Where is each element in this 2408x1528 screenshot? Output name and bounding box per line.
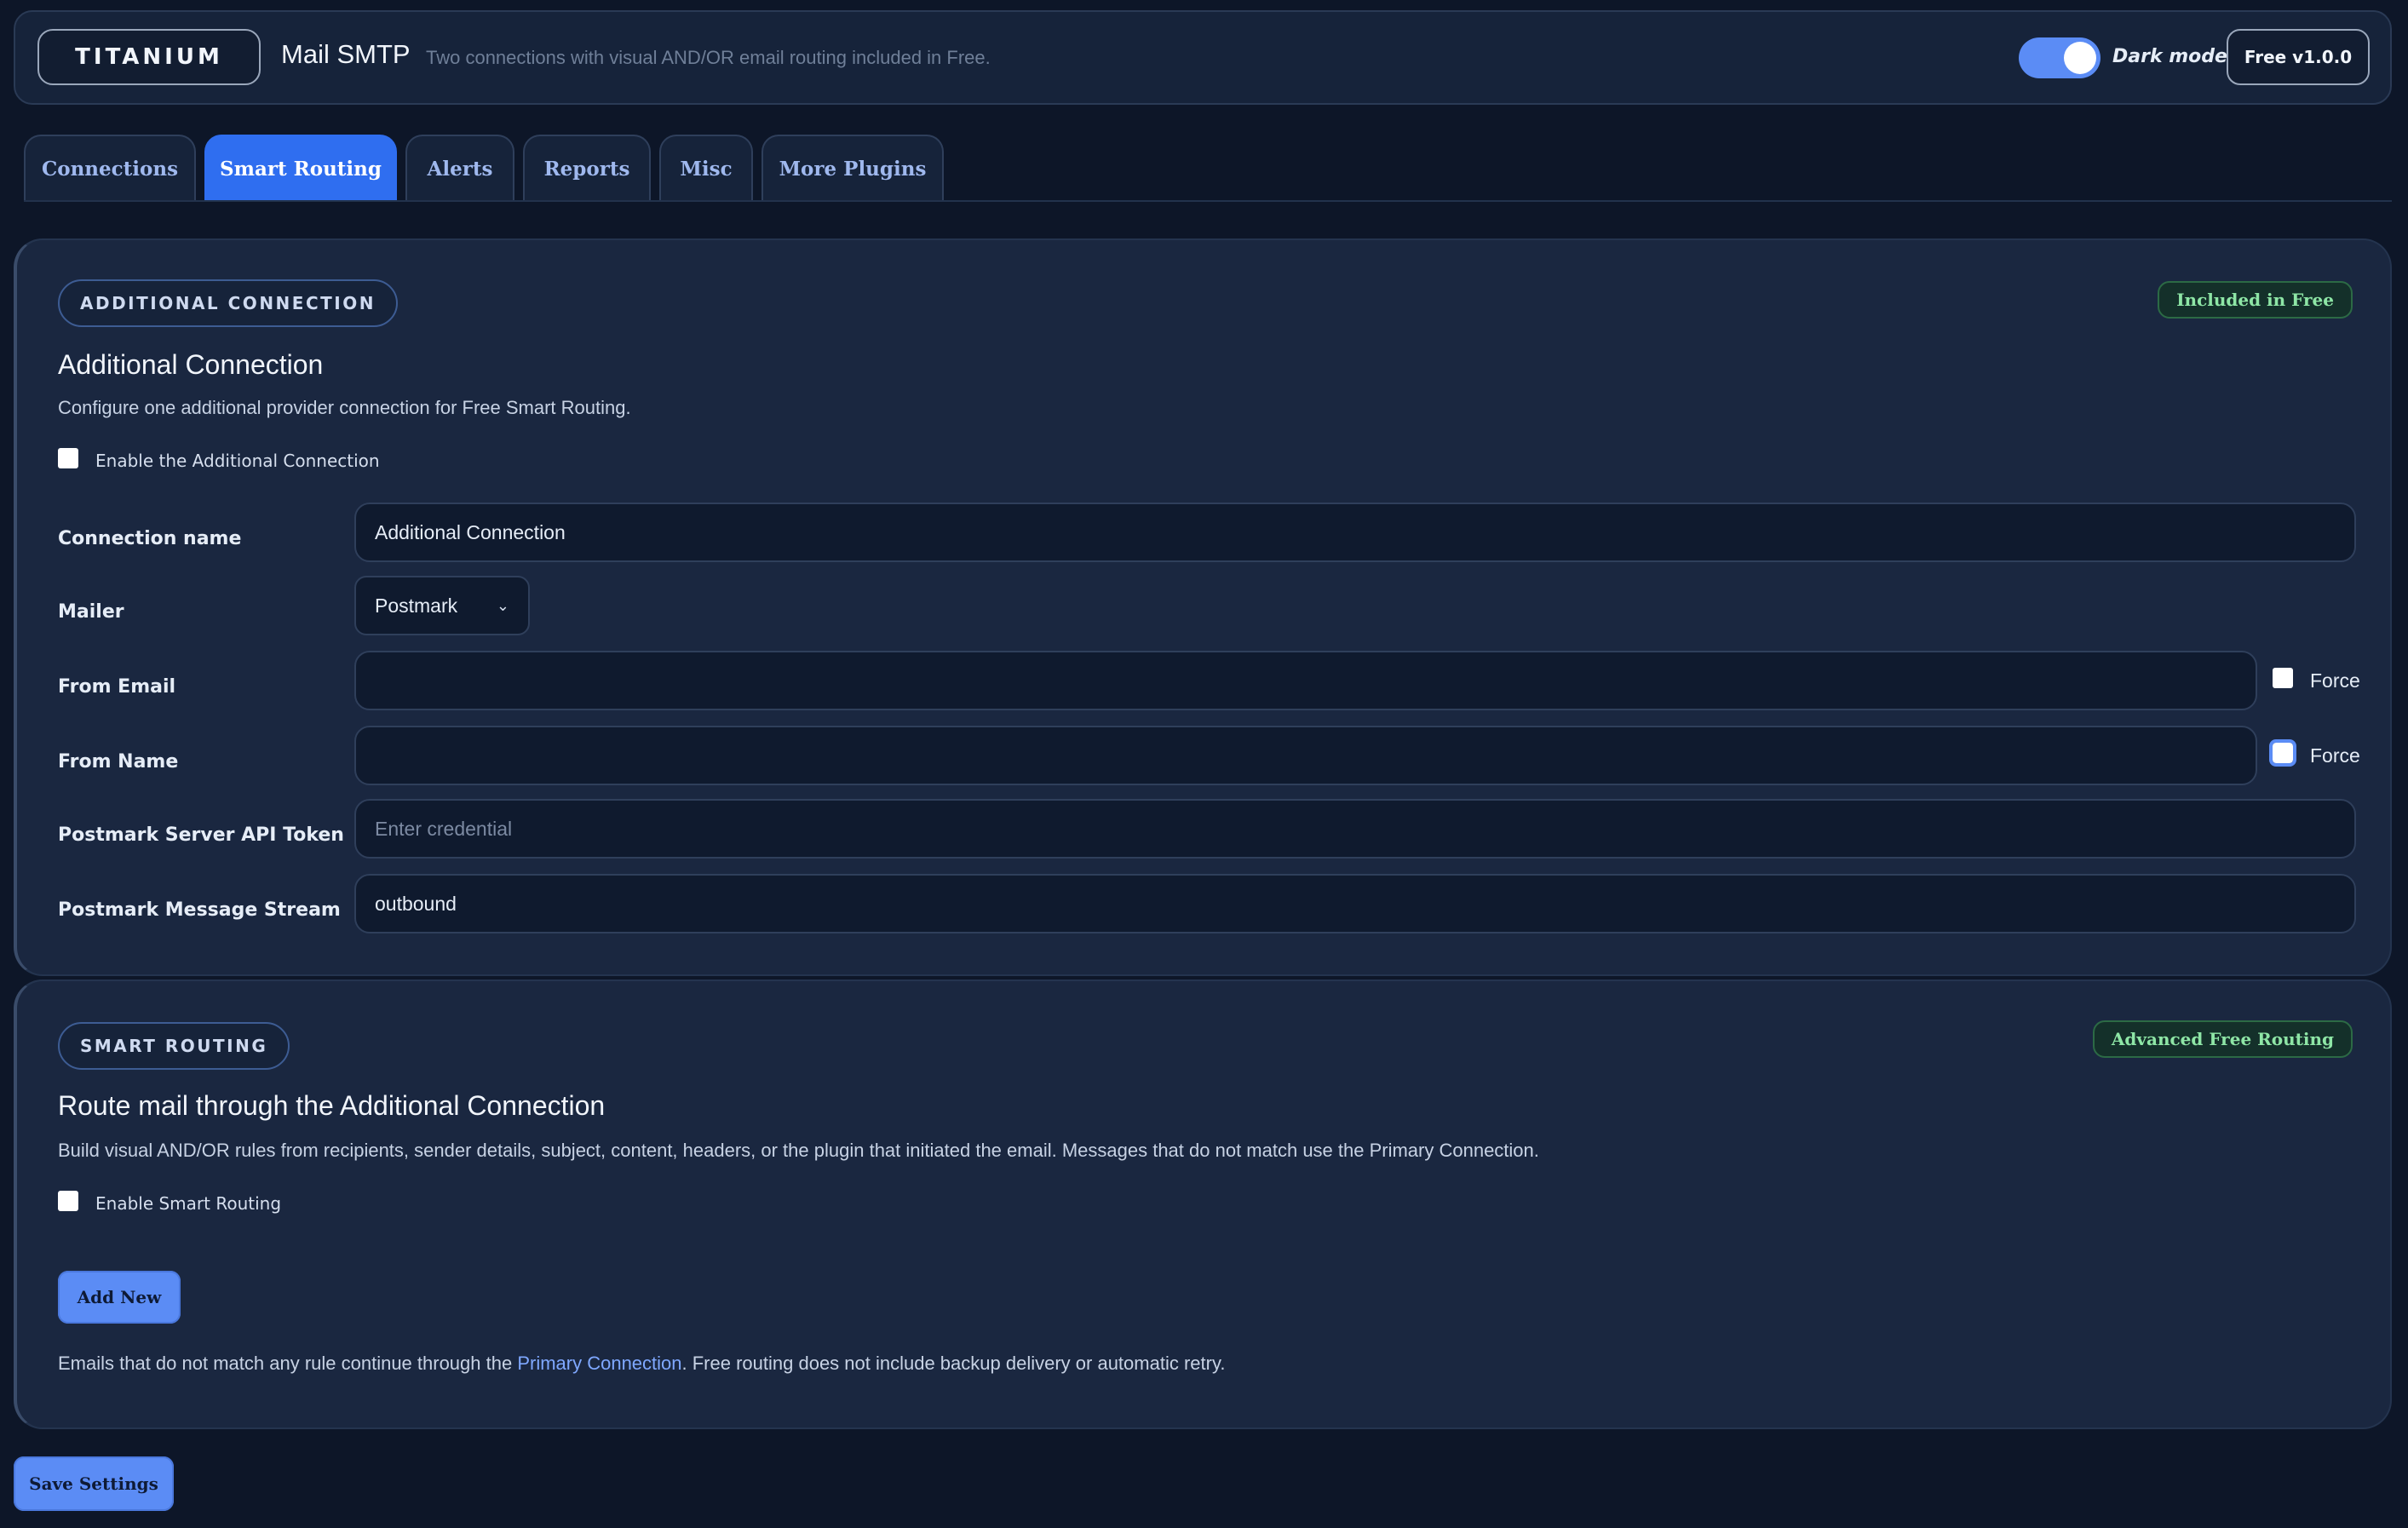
section-description: Configure one additional provider connec…: [58, 397, 631, 418]
connection-name-label: Connection name: [58, 528, 242, 549]
from-email-label: From Email: [58, 676, 176, 698]
toggle-knob: [2064, 42, 2096, 74]
chevron-down-icon: ⌄: [496, 596, 509, 614]
dark-mode-label: Dark mode: [2112, 46, 2227, 67]
app-title: Mail SMTP: [281, 39, 411, 69]
tab-connections[interactable]: Connections: [24, 135, 196, 201]
section-pill: ADDITIONAL CONNECTION: [58, 279, 398, 327]
from-email-force-label: Force: [2310, 669, 2360, 692]
advanced-routing-badge: Advanced Free Routing: [2092, 1020, 2353, 1058]
tab-misc[interactable]: Misc: [659, 135, 753, 201]
smart-routing-panel: SMART ROUTING Advanced Free Routing Rout…: [14, 979, 2392, 1429]
enable-additional-label: Enable the Additional Connection: [95, 451, 380, 471]
from-name-label: From Name: [58, 751, 179, 773]
primary-connection-link[interactable]: Primary Connection: [517, 1353, 681, 1374]
mailer-select[interactable]: Postmark ⌄: [354, 576, 530, 635]
additional-connection-panel: ADDITIONAL CONNECTION Included in Free A…: [14, 238, 2392, 976]
included-badge: Included in Free: [2158, 281, 2353, 319]
api-token-label: Postmark Server API Token: [58, 824, 344, 846]
app-subtitle: Two connections with visual AND/OR email…: [426, 47, 991, 68]
mailer-value: Postmark: [375, 594, 458, 617]
message-stream-input[interactable]: outbound: [354, 874, 2356, 933]
tab-reports[interactable]: Reports: [523, 135, 651, 201]
tab-alerts[interactable]: Alerts: [405, 135, 514, 201]
section-description: Build visual AND/OR rules from recipient…: [58, 1140, 1539, 1161]
routing-note: Emails that do not match any rule contin…: [58, 1353, 1225, 1375]
add-new-button[interactable]: Add New: [58, 1271, 181, 1324]
top-bar: TITANIUM Mail SMTP Two connections with …: [14, 10, 2392, 105]
version-badge[interactable]: Free v1.0.0: [2227, 29, 2370, 85]
section-title: Additional Connection: [58, 349, 324, 380]
mailer-label: Mailer: [58, 601, 124, 623]
message-stream-label: Postmark Message Stream: [58, 899, 341, 921]
connection-name-input[interactable]: Additional Connection: [354, 503, 2356, 562]
note-text-after: . Free routing does not include backup d…: [681, 1353, 1226, 1374]
from-name-force-label: Force: [2310, 744, 2360, 767]
section-title: Route mail through the Additional Connec…: [58, 1090, 606, 1121]
enable-smart-routing-checkbox[interactable]: [58, 1191, 78, 1211]
dark-mode-toggle[interactable]: [2019, 37, 2101, 78]
save-settings-button[interactable]: Save Settings: [14, 1456, 174, 1511]
api-token-input[interactable]: Enter credential: [354, 799, 2356, 859]
from-email-force-checkbox[interactable]: [2273, 668, 2293, 688]
section-pill: SMART ROUTING: [58, 1022, 290, 1070]
tabs-divider: [24, 200, 2392, 202]
enable-smart-routing-label: Enable Smart Routing: [95, 1193, 282, 1214]
enable-additional-checkbox[interactable]: [58, 448, 78, 468]
from-name-input[interactable]: [354, 726, 2257, 785]
brand-logo: TITANIUM: [37, 29, 261, 85]
from-name-force-checkbox[interactable]: [2269, 739, 2296, 767]
from-email-input[interactable]: [354, 651, 2257, 710]
note-text-before: Emails that do not match any rule contin…: [58, 1353, 518, 1374]
tab-smart-routing[interactable]: Smart Routing: [204, 135, 397, 201]
tab-more-plugins[interactable]: More Plugins: [761, 135, 944, 201]
